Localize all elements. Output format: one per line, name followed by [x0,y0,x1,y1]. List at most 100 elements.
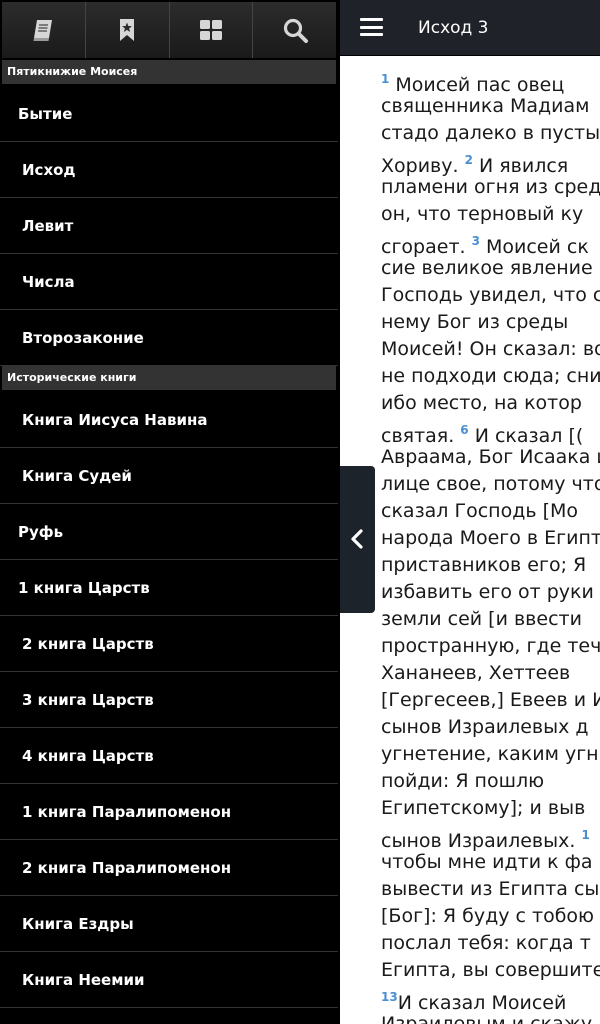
verse-text: чтобы мне идти к фа [381,851,593,873]
book-item[interactable]: Книга Судей [0,448,338,504]
search-tab[interactable] [253,2,336,58]
text-line: нему Бог из среды [381,309,600,336]
text-line: 1 Моисей пас овец [381,66,600,96]
verse-number[interactable]: 1 [581,828,589,842]
book-tab[interactable] [2,2,86,58]
text-line: Израилевым и скажу [381,1011,600,1024]
text-line: [Бог]: Я буду с тобою [381,903,600,930]
verse-text: сие великое явление [381,257,593,279]
text-line: избавить его от руки [381,579,600,606]
verse-text: [Гергесеев,] Евеев и И [381,689,600,711]
verse-number[interactable]: 2 [465,153,473,167]
verse-text: вывести из Египта сы [381,878,600,900]
text-line: лице свое, потому что [381,471,600,498]
chapter-title[interactable]: Исход 3 [418,18,489,38]
verse-text: пространную, где теч [381,635,600,657]
verse-text: лице свое, потому что [381,473,600,495]
verse-text: сказал Господь [Мо [381,500,579,522]
text-line: Господь увидел, что с [381,282,600,309]
verse-text: Египетскому]; и выв [381,797,586,819]
verse-text: Авраама, Бог Исаака и [381,446,600,468]
text-line: Египта, вы совершите [381,957,600,984]
text-line: Авраама, Бог Исаака и [381,444,600,471]
text-line: он, что терновый ку [381,201,600,228]
book-item[interactable]: Книга Иисуса Навина [0,392,338,448]
verse-text: не подходи сюда; сни [381,365,600,387]
verse-text: ибо место, на котор [381,392,582,414]
text-line: Хориву. 2 И явился [381,147,600,177]
book-item[interactable]: 4 книга Царств [0,728,338,784]
verse-number[interactable]: 3 [472,234,480,248]
section-header: Исторические книги [2,366,336,390]
text-line: земли сей [и ввести [381,606,600,633]
section-header: Пятикнижие Моисея [2,60,336,84]
verse-text: угнетение, каким угн [381,743,599,765]
text-line: послал тебя: когда т [381,930,600,957]
verse-text: нему Бог из среды [381,311,569,333]
verse-text: Израилевым и скажу [381,1013,593,1024]
text-line: вывести из Египта сы [381,876,600,903]
menu-icon[interactable] [360,18,383,36]
verse-text: пламени огня из сред [381,176,600,198]
book-item[interactable]: Руфь [0,504,338,560]
text-line: сие великое явление [381,255,600,282]
book-item[interactable]: Исход [0,142,338,198]
chevron-left-icon [351,529,363,549]
chapter-text: 1 Моисей пас овец священника Мадиам стадо … [381,66,600,1024]
text-line: 13И сказал Моисей [381,984,600,1014]
book-item[interactable]: 3 книга Царств [0,672,338,728]
text-line: приставников его; Я [381,552,600,579]
drawer-tabbar [2,2,336,58]
book-item[interactable]: Бытие [0,86,338,142]
text-line: сказал Господь [Мо [381,498,600,525]
text-line: сынов Израилевых. 1 [381,822,600,852]
text-line: сгорает. 3 Моисей ск [381,228,600,258]
text-line: не подходи сюда; сни [381,363,600,390]
verse-text: священника Мадиам [381,95,590,117]
text-line: стадо далеко в пусты [381,120,600,147]
text-line: Моисей! Он сказал: во [381,336,600,363]
verse-text: Моисей! Он сказал: во [381,338,600,360]
verse-text: земли сей [и ввести [381,608,582,630]
text-line: священника Мадиам [381,93,600,120]
text-line: [Гергесеев,] Евеев и И [381,687,600,714]
verse-text: стадо далеко в пусты [381,122,600,144]
bookmark-tab[interactable] [85,2,170,58]
text-line: пространную, где теч [381,633,600,660]
book-item[interactable]: 1 книга Царств [0,560,338,616]
verse-number[interactable]: 6 [460,423,468,437]
text-line: ибо место, на котор [381,390,600,417]
text-line: Египетскому]; и выв [381,795,600,822]
text-line: Хананеев, Хеттеев [381,660,600,687]
verse-text: сынов Израилевых д [381,716,589,738]
verse-text: избавить его от руки [381,581,594,603]
text-line: пойди: Я пошлю [381,768,600,795]
reader-panel: Исход 3 1 Моисей пас овец священника Мади… [340,0,600,1024]
book-item[interactable]: 2 книга Царств [0,616,338,672]
verse-text: приставников его; Я [381,554,587,576]
grid-tab[interactable] [169,2,254,58]
verse-text: послал тебя: когда т [381,932,591,954]
book-item[interactable]: Второзаконие [0,310,338,366]
verse-text: Египта, вы совершите [381,959,600,981]
book-item[interactable]: Левит [0,198,338,254]
verse-text: народа Моего в Египт [381,527,600,549]
book-item[interactable]: Книга Ездры [0,896,338,952]
book-icon [33,20,53,41]
verse-text: Хананеев, Хеттеев [381,662,571,684]
search-icon [283,18,308,43]
book-item[interactable]: 1 книга Паралипоменон [0,784,338,840]
drawer-collapse-handle[interactable] [340,466,375,613]
text-line: угнетение, каким угн [381,741,600,768]
book-item[interactable]: Книга Неемии [0,952,338,1008]
verse-text: [Бог]: Я буду с тобою [381,905,595,927]
verse-text: пойди: Я пошлю [381,770,545,792]
text-line: сынов Израилевых д [381,714,600,741]
book-item[interactable]: Числа [0,254,338,310]
verse-text: он, что терновый ку [381,203,584,225]
text-line: народа Моего в Египт [381,525,600,552]
verse-number[interactable]: 13 [381,990,398,1004]
text-line: пламени огня из сред [381,174,600,201]
book-item[interactable]: 2 книга Паралипоменон [0,840,338,896]
verse-text: Господь увидел, что с [381,284,600,306]
